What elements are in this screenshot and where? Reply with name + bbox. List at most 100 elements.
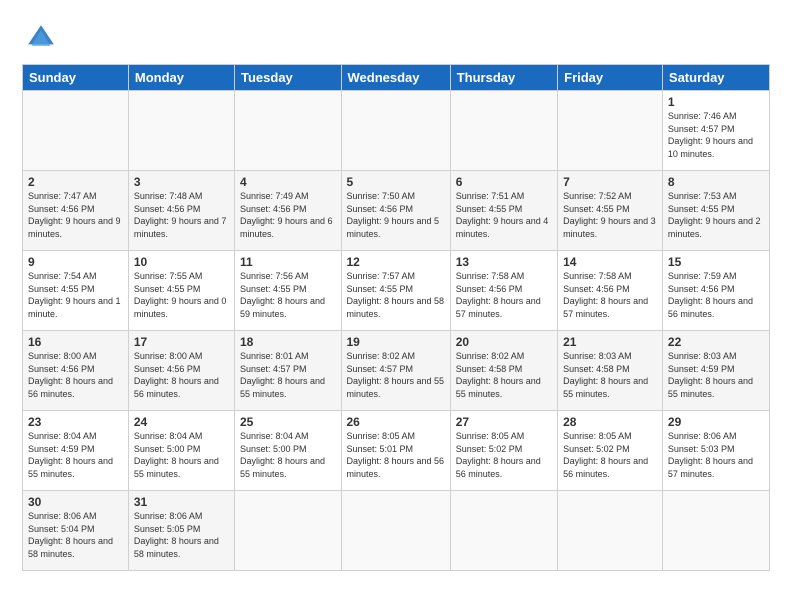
calendar-table: SundayMondayTuesdayWednesdayThursdayFrid… [22,64,770,571]
col-header-tuesday: Tuesday [235,65,342,91]
day-info: Sunrise: 7:58 AMSunset: 4:56 PMDaylight:… [456,270,552,320]
day-info: Sunrise: 8:00 AMSunset: 4:56 PMDaylight:… [28,350,123,400]
day-number: 5 [347,175,445,189]
day-number: 16 [28,335,123,349]
day-number: 15 [668,255,764,269]
calendar-cell: 23Sunrise: 8:04 AMSunset: 4:59 PMDayligh… [23,411,129,491]
calendar-page: SundayMondayTuesdayWednesdayThursdayFrid… [0,0,792,612]
calendar-cell: 30Sunrise: 8:06 AMSunset: 5:04 PMDayligh… [23,491,129,571]
calendar-cell: 13Sunrise: 7:58 AMSunset: 4:56 PMDayligh… [450,251,557,331]
calendar-cell: 29Sunrise: 8:06 AMSunset: 5:03 PMDayligh… [662,411,769,491]
day-info: Sunrise: 7:57 AMSunset: 4:55 PMDaylight:… [347,270,445,320]
day-number: 4 [240,175,336,189]
day-info: Sunrise: 7:47 AMSunset: 4:56 PMDaylight:… [28,190,123,240]
day-number: 25 [240,415,336,429]
calendar-cell: 7Sunrise: 7:52 AMSunset: 4:55 PMDaylight… [558,171,663,251]
day-info: Sunrise: 8:04 AMSunset: 5:00 PMDaylight:… [134,430,229,480]
day-number: 21 [563,335,657,349]
logo-icon [25,22,57,54]
calendar-cell: 11Sunrise: 7:56 AMSunset: 4:55 PMDayligh… [235,251,342,331]
day-number: 1 [668,95,764,109]
day-number: 10 [134,255,229,269]
header [22,18,770,54]
day-number: 17 [134,335,229,349]
day-number: 11 [240,255,336,269]
calendar-cell: 5Sunrise: 7:50 AMSunset: 4:56 PMDaylight… [341,171,450,251]
day-info: Sunrise: 8:05 AMSunset: 5:02 PMDaylight:… [456,430,552,480]
day-number: 20 [456,335,552,349]
day-number: 12 [347,255,445,269]
calendar-cell: 21Sunrise: 8:03 AMSunset: 4:58 PMDayligh… [558,331,663,411]
col-header-thursday: Thursday [450,65,557,91]
calendar-cell: 22Sunrise: 8:03 AMSunset: 4:59 PMDayligh… [662,331,769,411]
calendar-cell: 16Sunrise: 8:00 AMSunset: 4:56 PMDayligh… [23,331,129,411]
day-info: Sunrise: 8:06 AMSunset: 5:05 PMDaylight:… [134,510,229,560]
day-number: 30 [28,495,123,509]
col-header-monday: Monday [128,65,234,91]
day-number: 29 [668,415,764,429]
day-info: Sunrise: 8:01 AMSunset: 4:57 PMDaylight:… [240,350,336,400]
day-info: Sunrise: 8:06 AMSunset: 5:04 PMDaylight:… [28,510,123,560]
day-info: Sunrise: 8:03 AMSunset: 4:59 PMDaylight:… [668,350,764,400]
calendar-cell: 3Sunrise: 7:48 AMSunset: 4:56 PMDaylight… [128,171,234,251]
calendar-cell: 26Sunrise: 8:05 AMSunset: 5:01 PMDayligh… [341,411,450,491]
day-info: Sunrise: 8:02 AMSunset: 4:58 PMDaylight:… [456,350,552,400]
day-info: Sunrise: 7:46 AMSunset: 4:57 PMDaylight:… [668,110,764,160]
calendar-cell: 9Sunrise: 7:54 AMSunset: 4:55 PMDaylight… [23,251,129,331]
calendar-cell: 20Sunrise: 8:02 AMSunset: 4:58 PMDayligh… [450,331,557,411]
col-header-wednesday: Wednesday [341,65,450,91]
calendar-cell: 27Sunrise: 8:05 AMSunset: 5:02 PMDayligh… [450,411,557,491]
day-number: 18 [240,335,336,349]
day-number: 9 [28,255,123,269]
calendar-cell: 15Sunrise: 7:59 AMSunset: 4:56 PMDayligh… [662,251,769,331]
day-number: 14 [563,255,657,269]
day-info: Sunrise: 7:56 AMSunset: 4:55 PMDaylight:… [240,270,336,320]
calendar-cell [558,91,663,171]
calendar-cell: 4Sunrise: 7:49 AMSunset: 4:56 PMDaylight… [235,171,342,251]
calendar-cell: 1Sunrise: 7:46 AMSunset: 4:57 PMDaylight… [662,91,769,171]
col-header-saturday: Saturday [662,65,769,91]
day-info: Sunrise: 7:53 AMSunset: 4:55 PMDaylight:… [668,190,764,240]
calendar-cell [341,491,450,571]
day-info: Sunrise: 7:55 AMSunset: 4:55 PMDaylight:… [134,270,229,320]
day-info: Sunrise: 8:06 AMSunset: 5:03 PMDaylight:… [668,430,764,480]
day-info: Sunrise: 7:58 AMSunset: 4:56 PMDaylight:… [563,270,657,320]
col-header-sunday: Sunday [23,65,129,91]
calendar-cell: 18Sunrise: 8:01 AMSunset: 4:57 PMDayligh… [235,331,342,411]
calendar-cell [558,491,663,571]
calendar-cell: 8Sunrise: 7:53 AMSunset: 4:55 PMDaylight… [662,171,769,251]
day-info: Sunrise: 7:54 AMSunset: 4:55 PMDaylight:… [28,270,123,320]
calendar-cell: 31Sunrise: 8:06 AMSunset: 5:05 PMDayligh… [128,491,234,571]
day-number: 2 [28,175,123,189]
calendar-cell: 25Sunrise: 8:04 AMSunset: 5:00 PMDayligh… [235,411,342,491]
day-info: Sunrise: 7:49 AMSunset: 4:56 PMDaylight:… [240,190,336,240]
day-info: Sunrise: 8:04 AMSunset: 5:00 PMDaylight:… [240,430,336,480]
day-info: Sunrise: 8:05 AMSunset: 5:01 PMDaylight:… [347,430,445,480]
day-number: 13 [456,255,552,269]
day-number: 24 [134,415,229,429]
day-info: Sunrise: 8:04 AMSunset: 4:59 PMDaylight:… [28,430,123,480]
calendar-cell: 24Sunrise: 8:04 AMSunset: 5:00 PMDayligh… [128,411,234,491]
day-info: Sunrise: 7:52 AMSunset: 4:55 PMDaylight:… [563,190,657,240]
calendar-cell [128,91,234,171]
calendar-cell [341,91,450,171]
day-number: 7 [563,175,657,189]
calendar-cell: 14Sunrise: 7:58 AMSunset: 4:56 PMDayligh… [558,251,663,331]
day-info: Sunrise: 8:05 AMSunset: 5:02 PMDaylight:… [563,430,657,480]
day-number: 27 [456,415,552,429]
calendar-cell [23,91,129,171]
calendar-cell: 19Sunrise: 8:02 AMSunset: 4:57 PMDayligh… [341,331,450,411]
day-number: 23 [28,415,123,429]
day-info: Sunrise: 7:48 AMSunset: 4:56 PMDaylight:… [134,190,229,240]
calendar-cell: 12Sunrise: 7:57 AMSunset: 4:55 PMDayligh… [341,251,450,331]
day-info: Sunrise: 8:03 AMSunset: 4:58 PMDaylight:… [563,350,657,400]
calendar-cell: 10Sunrise: 7:55 AMSunset: 4:55 PMDayligh… [128,251,234,331]
day-number: 6 [456,175,552,189]
calendar-cell [662,491,769,571]
day-number: 22 [668,335,764,349]
day-number: 31 [134,495,229,509]
day-number: 26 [347,415,445,429]
day-number: 28 [563,415,657,429]
calendar-cell: 2Sunrise: 7:47 AMSunset: 4:56 PMDaylight… [23,171,129,251]
day-number: 8 [668,175,764,189]
